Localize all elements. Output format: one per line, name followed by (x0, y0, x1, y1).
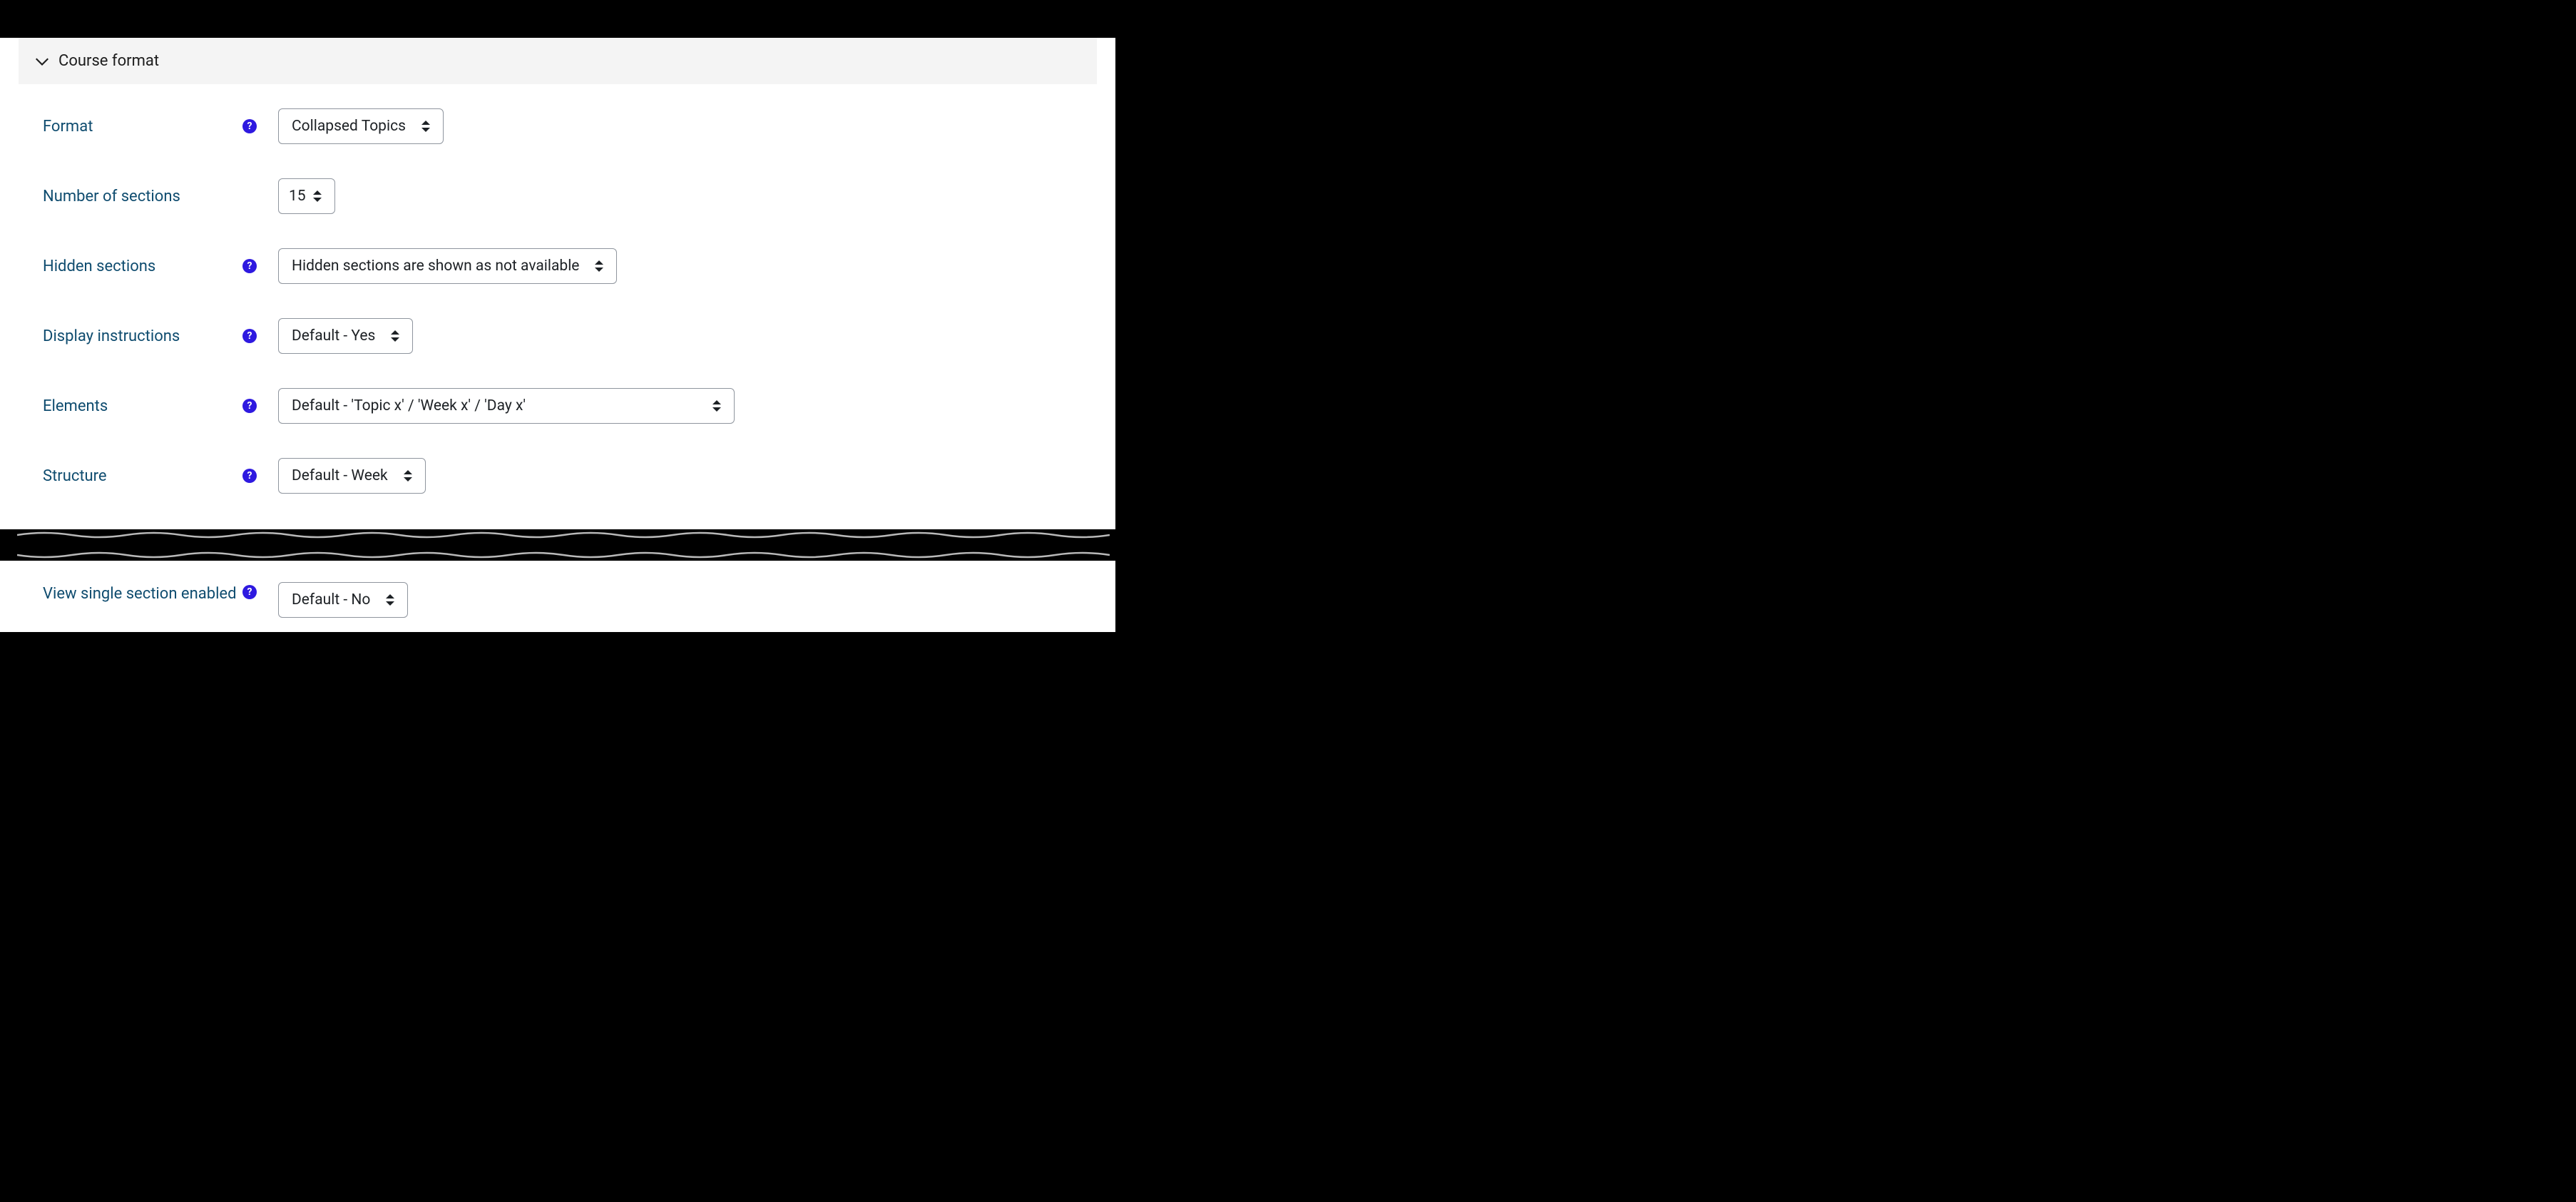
label-hidden-sections: Hidden sections (43, 258, 242, 275)
hidden-sections-select[interactable]: Hidden sections are shown as not availab… (278, 248, 617, 284)
help-icon[interactable]: ? (242, 585, 257, 599)
row-elements: Elements ? Default - 'Topic x' / 'Week x… (43, 388, 1073, 424)
structure-select[interactable]: Default - Week (278, 458, 426, 494)
course-format-section-toggle[interactable]: Course format (19, 38, 1097, 84)
elements-value: Default - 'Topic x' / 'Week x' / 'Day x' (292, 397, 526, 414)
help-icon[interactable]: ? (242, 469, 257, 483)
label-display-instructions: Display instructions (43, 327, 242, 345)
section-title: Course format (58, 52, 159, 70)
format-select[interactable]: Collapsed Topics (278, 108, 444, 144)
elements-select[interactable]: Default - 'Topic x' / 'Week x' / 'Day x' (278, 388, 735, 424)
help-icon[interactable]: ? (242, 329, 257, 343)
sort-caret-icon (313, 190, 322, 202)
torn-gap (0, 529, 1115, 561)
view-single-section-value: Default - No (292, 591, 370, 608)
structure-value: Default - Week (292, 467, 388, 484)
display-instructions-value: Default - Yes (292, 327, 375, 345)
row-format: Format ? Collapsed Topics (43, 108, 1073, 144)
torn-edge-top (17, 529, 1110, 541)
help-icon[interactable]: ? (242, 119, 257, 133)
label-structure: Structure (43, 467, 242, 485)
torn-edge-bottom (17, 549, 1110, 561)
sort-caret-icon (421, 121, 430, 132)
sort-caret-icon (595, 260, 603, 272)
label-format: Format (43, 118, 242, 136)
panel-bottom: View single section enabled ? Default - … (0, 561, 1115, 632)
label-num-sections: Number of sections (43, 188, 242, 205)
row-view-single-section: View single section enabled ? Default - … (43, 582, 1073, 618)
sort-caret-icon (404, 470, 412, 482)
hidden-sections-value: Hidden sections are shown as not availab… (292, 258, 579, 275)
label-elements: Elements (43, 397, 242, 415)
row-hidden-sections: Hidden sections ? Hidden sections are sh… (43, 248, 1073, 284)
page-canvas: Course format Format ? Collapsed Topics … (0, 0, 1115, 632)
sort-caret-icon (391, 330, 399, 342)
sort-caret-icon (386, 594, 394, 606)
view-single-section-select[interactable]: Default - No (278, 582, 408, 618)
display-instructions-select[interactable]: Default - Yes (278, 318, 413, 354)
help-icon[interactable]: ? (242, 259, 257, 273)
sort-caret-icon (712, 400, 721, 412)
row-display-instructions: Display instructions ? Default - Yes (43, 318, 1073, 354)
top-strip (0, 0, 1115, 29)
num-sections-select[interactable]: 15 (278, 178, 335, 214)
num-sections-value: 15 (289, 188, 306, 205)
label-view-single-section: View single section enabled (43, 582, 242, 606)
panel-top: Course format Format ? Collapsed Topics … (0, 38, 1115, 529)
form-area: Format ? Collapsed Topics Number of sect… (0, 84, 1115, 515)
format-value: Collapsed Topics (292, 118, 406, 135)
row-num-sections: Number of sections 15 (43, 178, 1073, 214)
row-structure: Structure ? Default - Week (43, 458, 1073, 494)
help-icon[interactable]: ? (242, 399, 257, 413)
chevron-down-icon (36, 56, 48, 66)
